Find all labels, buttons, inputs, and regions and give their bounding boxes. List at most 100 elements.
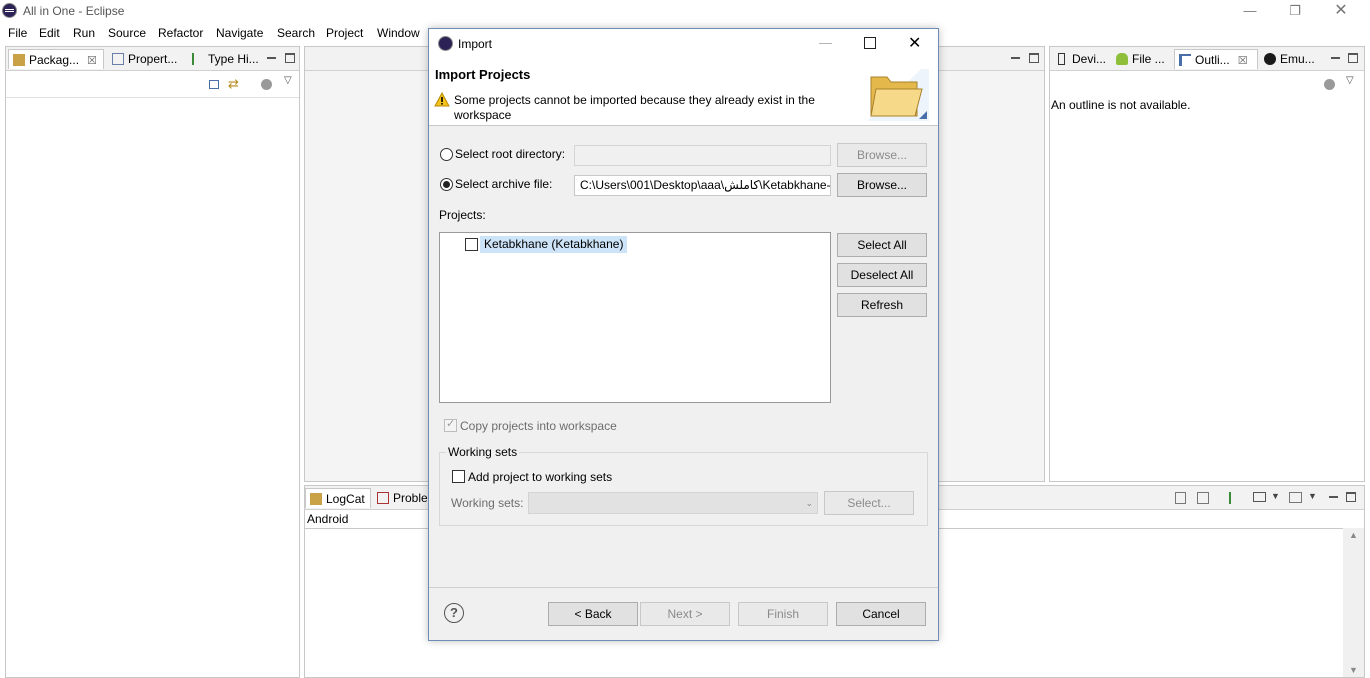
- browse-archive-button[interactable]: Browse...: [837, 173, 927, 197]
- deselect-all-button[interactable]: Deselect All: [837, 263, 927, 287]
- footer-divider: [429, 587, 938, 588]
- emulator-icon: [1264, 53, 1276, 65]
- select-archive-radio[interactable]: [440, 178, 453, 191]
- menu-source[interactable]: Source: [108, 26, 146, 40]
- tab-devices[interactable]: Devi...: [1052, 49, 1110, 69]
- minimize-icon[interactable]: —: [1227, 0, 1273, 22]
- outline-panel: Devi... File ... Outli... ☒ Emu... ▽ An o…: [1049, 46, 1365, 482]
- next-button: Next >: [640, 602, 730, 626]
- right-tab-bar: Devi... File ... Outli... ☒ Emu...: [1050, 47, 1364, 71]
- vertical-scrollbar[interactable]: ▲ ▼: [1343, 528, 1364, 677]
- pin-console-icon[interactable]: [1229, 492, 1241, 504]
- close-icon[interactable]: ✕: [908, 33, 921, 53]
- scroll-lock-icon[interactable]: [1197, 492, 1209, 504]
- menu-navigate[interactable]: Navigate: [216, 26, 263, 40]
- select-archive-label[interactable]: Select archive file:: [455, 177, 552, 191]
- back-button[interactable]: < Back: [548, 602, 638, 626]
- menu-search[interactable]: Search: [277, 26, 315, 40]
- maximize-icon[interactable]: [864, 37, 876, 49]
- warning-icon: [434, 92, 450, 107]
- window-title-bar: All in One - Eclipse — ❐ ✕: [0, 0, 1370, 22]
- properties-icon: [112, 53, 124, 65]
- view-menu-icon[interactable]: [261, 79, 272, 90]
- left-tab-bar: Packag... ☒ Propert... Type Hi...: [6, 47, 299, 71]
- cancel-button[interactable]: Cancel: [836, 602, 926, 626]
- logcat-subtitle: Android: [307, 512, 349, 526]
- add-working-sets-checkbox[interactable]: [452, 470, 465, 483]
- clear-log-icon[interactable]: [1175, 492, 1186, 504]
- chevron-down-icon[interactable]: ▼: [1308, 491, 1317, 501]
- left-toolbar: ⇄ ▽: [6, 71, 299, 98]
- chevron-down-icon[interactable]: ▼: [1271, 491, 1280, 501]
- chevron-down-icon[interactable]: ▽: [284, 75, 292, 86]
- minimize-view-icon[interactable]: [1329, 496, 1338, 498]
- type-hierarchy-icon: [192, 53, 204, 65]
- minimize-view-icon[interactable]: [1331, 57, 1340, 59]
- select-root-radio[interactable]: [440, 148, 453, 161]
- help-icon[interactable]: ?: [444, 603, 464, 623]
- scroll-up-icon[interactable]: ▲: [1349, 530, 1358, 540]
- minimize-view-icon[interactable]: [267, 57, 276, 59]
- maximize-view-icon[interactable]: [285, 53, 295, 63]
- tab-type-hierarchy[interactable]: Type Hi...: [188, 49, 262, 69]
- window-title: All in One - Eclipse: [23, 4, 125, 18]
- menu-window[interactable]: Window: [377, 26, 420, 40]
- collapse-all-icon[interactable]: [209, 80, 219, 89]
- archive-file-input[interactable]: C:\Users\001\Desktop\aaa\کاملش\Ketabkhan…: [574, 175, 831, 196]
- chevron-down-icon: ⌄: [805, 498, 813, 508]
- refresh-button[interactable]: Refresh: [837, 293, 927, 317]
- eclipse-icon: [438, 36, 453, 51]
- tab-logcat[interactable]: LogCat: [305, 488, 371, 508]
- working-sets-label: Working sets:: [451, 496, 524, 510]
- view-menu-icon[interactable]: [1324, 79, 1335, 90]
- copy-projects-label: Copy projects into workspace: [460, 419, 617, 433]
- open-console-icon[interactable]: [1289, 492, 1302, 503]
- logcat-icon: [310, 493, 322, 505]
- copy-projects-checkbox: ✓: [444, 418, 457, 432]
- browse-root-button: Browse...: [837, 143, 927, 167]
- warning-message: Some projects cannot be imported because…: [454, 93, 815, 122]
- header-title: Import Projects: [435, 67, 531, 82]
- tab-file-explorer[interactable]: File ...: [1112, 49, 1172, 69]
- menu-file[interactable]: File: [8, 26, 27, 40]
- menu-run[interactable]: Run: [73, 26, 95, 40]
- dialog-header: Import Projects Some projects cannot be …: [429, 59, 938, 126]
- minimize-editor-icon[interactable]: [1011, 57, 1020, 59]
- package-explorer-icon: [13, 54, 25, 66]
- problems-icon: [377, 492, 389, 504]
- maximize-view-icon[interactable]: [1346, 492, 1356, 502]
- chevron-down-icon[interactable]: ▽: [1346, 75, 1354, 86]
- link-with-editor-icon[interactable]: ⇄: [228, 76, 239, 92]
- tab-emulator[interactable]: Emu...: [1260, 49, 1326, 69]
- select-all-button[interactable]: Select All: [837, 233, 927, 257]
- outline-icon: [1179, 54, 1191, 66]
- project-checkbox[interactable]: [465, 238, 478, 251]
- project-name[interactable]: Ketabkhane (Ketabkhane): [480, 236, 628, 253]
- tab-properties[interactable]: Propert...: [108, 49, 184, 69]
- menu-refactor[interactable]: Refactor: [158, 26, 203, 40]
- tab-package-explorer[interactable]: Packag... ☒: [8, 49, 104, 69]
- close-tab-icon[interactable]: ☒: [87, 55, 97, 67]
- menu-project[interactable]: Project: [326, 26, 363, 40]
- close-tab-icon[interactable]: ☒: [1238, 55, 1248, 67]
- maximize-view-icon[interactable]: [1348, 53, 1358, 63]
- devices-icon: [1058, 53, 1065, 65]
- working-sets-combo: ⌄: [528, 492, 818, 514]
- select-working-sets-button: Select...: [824, 491, 914, 515]
- package-explorer-panel: Packag... ☒ Propert... Type Hi... ⇄ ▽: [5, 46, 300, 678]
- tab-problems[interactable]: Proble: [373, 488, 433, 508]
- projects-list[interactable]: Ketabkhane (Ketabkhane): [439, 232, 831, 403]
- tab-outline[interactable]: Outli... ☒: [1174, 49, 1258, 69]
- root-directory-input: [574, 145, 831, 166]
- eclipse-icon: [2, 3, 17, 18]
- maximize-editor-icon[interactable]: [1029, 53, 1039, 63]
- android-icon: [1116, 53, 1128, 65]
- restore-icon[interactable]: ❐: [1272, 0, 1318, 22]
- add-working-sets-label[interactable]: Add project to working sets: [468, 470, 612, 484]
- display-console-icon[interactable]: [1253, 492, 1266, 502]
- close-icon[interactable]: ✕: [1318, 0, 1364, 22]
- scroll-down-icon[interactable]: ▼: [1349, 665, 1358, 675]
- working-sets-group-label: Working sets: [446, 445, 520, 459]
- select-root-label[interactable]: Select root directory:: [455, 147, 565, 161]
- menu-edit[interactable]: Edit: [39, 26, 60, 40]
